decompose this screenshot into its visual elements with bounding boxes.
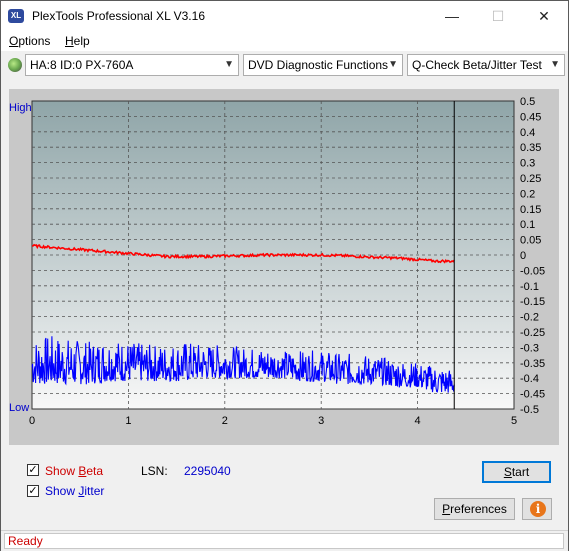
y-tick-label: 0.15 (520, 204, 541, 216)
y-tick-label: 0.5 (520, 96, 535, 108)
chevron-down-icon: ▼ (224, 59, 234, 70)
info-icon: i (530, 501, 546, 517)
y-tick-label: -0.3 (520, 342, 539, 354)
y-tick-label: 0.25 (520, 173, 541, 185)
menu-help[interactable]: Help (65, 34, 90, 48)
window-title: PlexTools Professional XL V3.16 (32, 9, 205, 23)
test-select-value: Q-Check Beta/Jitter Test (412, 58, 542, 72)
control-panel: ✓ Show Beta ✓ Show Jitter LSN: 2295040 S… (9, 453, 559, 523)
start-button[interactable]: Start (482, 461, 551, 483)
x-tick-label: 0 (29, 415, 35, 427)
chart-panel: 0 1 2 3 4 5 0.5 0.45 0.4 0.35 0.3 0.25 0.2 0.15 0.1 0.0… (9, 89, 559, 445)
status-bar: Ready (1, 530, 568, 551)
show-beta-checkbox[interactable]: ✓ (27, 464, 39, 476)
y-tick-label: 0.2 (520, 188, 535, 200)
menu-bar: Options Help (1, 31, 568, 51)
y-low-label: Low (9, 402, 29, 414)
function-select-value: DVD Diagnostic Functions (248, 58, 389, 72)
x-tick-label: 1 (125, 415, 131, 427)
y-tick-label: -0.05 (520, 265, 545, 277)
status-text: Ready (4, 533, 564, 549)
y-tick-label: -0.5 (520, 404, 539, 416)
y-tick-label: 0.1 (520, 219, 535, 231)
show-jitter-label[interactable]: Show Jitter (45, 484, 104, 498)
close-button[interactable]: ✕ (521, 1, 567, 31)
menu-options[interactable]: Options (9, 34, 50, 48)
y-tick-label: 0.05 (520, 235, 541, 247)
maximize-button[interactable]: ☐ (475, 1, 521, 31)
app-window: XL PlexTools Professional XL V3.16 — ☐ ✕… (0, 0, 569, 551)
y-tick-label: 0.35 (520, 142, 541, 154)
minimize-button[interactable]: — (429, 1, 475, 31)
y-tick-label: -0.4 (520, 373, 539, 385)
test-select[interactable]: Q-Check Beta/Jitter Test ▼ (407, 54, 565, 76)
beta-jitter-chart: 0 1 2 3 4 5 0.5 0.45 0.4 0.35 0.3 0.25 0.2 0.15 0.1 0.0… (9, 96, 545, 427)
x-tick-label: 5 (511, 415, 517, 427)
y-tick-label: -0.1 (520, 281, 539, 293)
chevron-down-icon: ▼ (388, 59, 398, 70)
show-beta-label[interactable]: Show Beta (45, 464, 103, 478)
drive-select-value: HA:8 ID:0 PX-760A (30, 58, 134, 72)
y-high-label: High (9, 102, 32, 114)
drive-select[interactable]: HA:8 ID:0 PX-760A ▼ (25, 54, 239, 76)
y-tick-label: -0.2 (520, 312, 539, 324)
y-tick-label: -0.25 (520, 327, 545, 339)
y-tick-label: 0 (520, 250, 526, 262)
preferences-button[interactable]: Preferences (434, 498, 515, 520)
x-tick-label: 4 (415, 415, 421, 427)
info-button[interactable]: i (522, 498, 552, 520)
function-select[interactable]: DVD Diagnostic Functions ▼ (243, 54, 403, 76)
y-tick-label: 0.45 (520, 111, 541, 123)
y-tick-label: 0.4 (520, 127, 535, 139)
start-button-label: Start (503, 465, 530, 479)
x-tick-label: 3 (318, 415, 324, 427)
drive-status-icon (8, 58, 22, 72)
show-jitter-checkbox[interactable]: ✓ (27, 485, 39, 497)
y-tick-label: -0.35 (520, 358, 545, 370)
y-tick-label: -0.45 (520, 389, 545, 401)
preferences-button-label: Preferences (442, 502, 507, 516)
chevron-down-icon: ▼ (550, 59, 560, 70)
y-tick-label: 0.3 (520, 158, 535, 170)
y-tick-label: -0.15 (520, 296, 545, 308)
lsn-value: 2295040 (184, 464, 231, 478)
lsn-label: LSN: (141, 464, 168, 478)
x-tick-label: 2 (222, 415, 228, 427)
title-bar[interactable]: XL PlexTools Professional XL V3.16 — ☐ ✕ (1, 1, 568, 31)
app-logo-icon: XL (8, 9, 24, 23)
